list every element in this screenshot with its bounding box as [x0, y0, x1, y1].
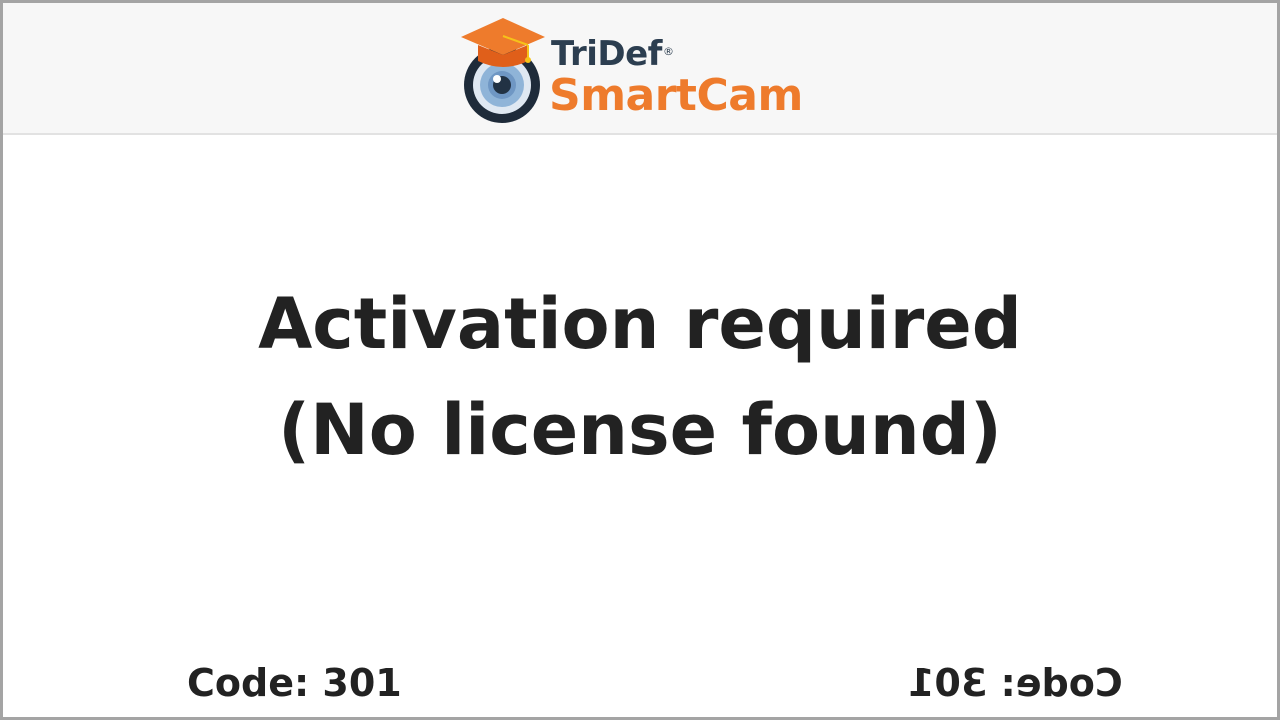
activation-screen: TriDef® SmartCam Activation required (No…	[0, 0, 1280, 720]
activation-message: Activation required (No license found)	[3, 271, 1277, 483]
error-code-left: Code: 301	[187, 661, 402, 705]
message-subtitle: (No license found)	[278, 389, 1002, 471]
header-bar: TriDef® SmartCam	[3, 3, 1277, 135]
graduation-cap-camera-lens-icon	[461, 18, 545, 123]
brand-name-tridef: TriDef®	[551, 34, 674, 74]
message-title: Activation required	[258, 283, 1022, 365]
brand-name-smartcam: SmartCam	[549, 70, 803, 121]
error-code-right-mirrored: Code: 301	[908, 661, 1123, 705]
app-logo: TriDef® SmartCam	[458, 15, 838, 125]
registered-mark: ®	[662, 45, 674, 58]
brand-tridef-text: TriDef	[551, 34, 662, 74]
